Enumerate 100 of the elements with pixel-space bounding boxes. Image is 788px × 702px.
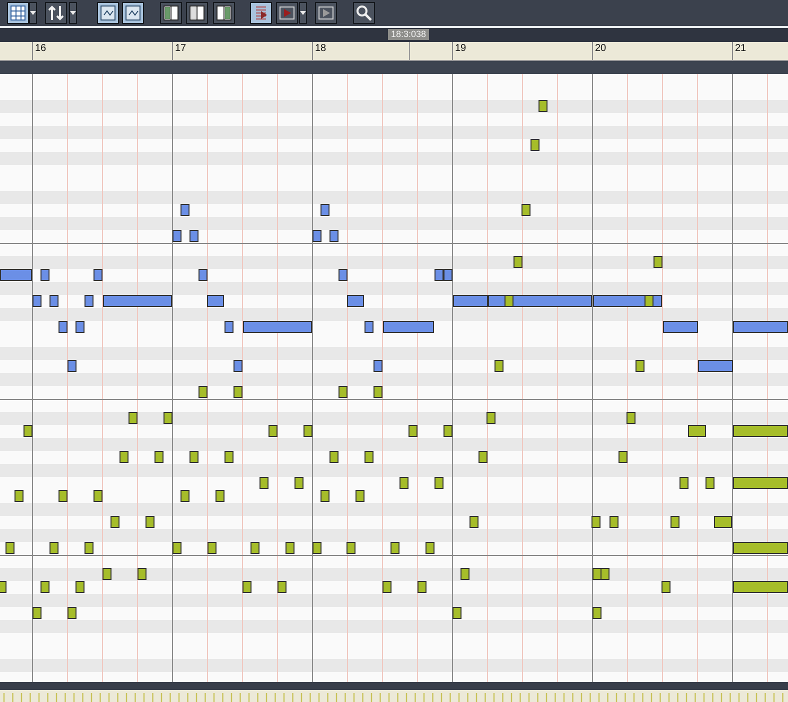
note[interactable] [714, 516, 732, 528]
note[interactable] [338, 386, 348, 398]
note[interactable] [138, 568, 146, 580]
note[interactable] [58, 490, 68, 502]
note[interactable] [102, 568, 112, 580]
note[interactable] [733, 477, 788, 489]
note[interactable] [0, 581, 6, 593]
note[interactable] [733, 425, 788, 437]
note[interactable] [154, 451, 164, 463]
scroll-bar[interactable] [0, 682, 788, 690]
note[interactable] [224, 321, 234, 333]
note[interactable] [514, 256, 522, 268]
note[interactable] [592, 568, 602, 580]
note[interactable] [286, 542, 294, 554]
toolbar-button[interactable] [353, 2, 375, 24]
note[interactable] [644, 295, 654, 307]
note[interactable] [0, 269, 32, 281]
note[interactable] [618, 451, 628, 463]
timeline-ruler[interactable]: 16 17 18 19 20 21 [0, 42, 788, 61]
note[interactable] [68, 360, 76, 372]
note[interactable] [208, 542, 216, 554]
note[interactable] [234, 386, 242, 398]
note[interactable] [260, 477, 268, 489]
note[interactable] [94, 269, 102, 281]
note[interactable] [626, 412, 636, 424]
note[interactable] [312, 542, 322, 554]
note[interactable] [426, 542, 434, 554]
note[interactable] [522, 204, 530, 216]
note[interactable] [146, 516, 154, 528]
note[interactable] [670, 516, 680, 528]
note[interactable] [610, 516, 618, 528]
note[interactable] [32, 295, 42, 307]
note[interactable] [374, 386, 382, 398]
note[interactable] [242, 581, 252, 593]
note[interactable] [364, 321, 374, 333]
note[interactable] [680, 477, 688, 489]
note[interactable] [103, 295, 172, 307]
note[interactable] [733, 581, 788, 593]
toolbar-button[interactable] [45, 2, 67, 24]
note[interactable] [418, 581, 426, 593]
note[interactable] [120, 451, 128, 463]
note[interactable] [470, 516, 478, 528]
note[interactable] [40, 269, 50, 281]
note[interactable] [698, 360, 733, 372]
note[interactable] [40, 581, 50, 593]
note[interactable] [504, 295, 514, 307]
note[interactable] [663, 321, 698, 333]
note[interactable] [234, 360, 242, 372]
note[interactable] [58, 321, 68, 333]
toolbar-button[interactable] [315, 2, 337, 24]
note[interactable] [68, 607, 76, 619]
note[interactable] [382, 581, 392, 593]
note[interactable] [164, 412, 172, 424]
note[interactable] [346, 542, 356, 554]
note[interactable] [243, 321, 312, 333]
toolbar-button[interactable] [7, 2, 29, 24]
note[interactable] [294, 477, 304, 489]
note[interactable] [14, 490, 24, 502]
note[interactable] [706, 477, 714, 489]
note[interactable] [453, 295, 488, 307]
toolbar-button[interactable] [213, 2, 235, 24]
note[interactable] [32, 607, 42, 619]
note[interactable] [50, 542, 58, 554]
note[interactable] [733, 321, 788, 333]
note[interactable] [50, 295, 58, 307]
note[interactable] [364, 451, 374, 463]
note[interactable] [390, 542, 400, 554]
note[interactable] [190, 451, 198, 463]
note[interactable] [320, 204, 330, 216]
note[interactable] [400, 477, 408, 489]
note[interactable] [278, 581, 286, 593]
note[interactable] [460, 568, 470, 580]
note[interactable] [110, 516, 120, 528]
note[interactable] [374, 360, 382, 372]
note[interactable] [538, 100, 548, 112]
note[interactable] [190, 230, 198, 242]
note[interactable] [76, 581, 84, 593]
note[interactable] [250, 542, 260, 554]
note[interactable] [6, 542, 14, 554]
note[interactable] [434, 269, 444, 281]
note[interactable] [356, 490, 364, 502]
note[interactable] [312, 230, 322, 242]
note[interactable] [654, 256, 662, 268]
note[interactable] [304, 425, 312, 437]
note[interactable] [434, 477, 444, 489]
note[interactable] [224, 451, 234, 463]
note[interactable] [383, 321, 434, 333]
note[interactable] [24, 425, 32, 437]
toolbar-button[interactable] [276, 2, 298, 24]
note[interactable] [600, 568, 610, 580]
piano-roll-grid[interactable] [0, 74, 788, 682]
note[interactable] [180, 204, 190, 216]
note[interactable] [172, 542, 182, 554]
note[interactable] [128, 412, 138, 424]
note[interactable] [94, 490, 102, 502]
note[interactable] [636, 360, 644, 372]
note[interactable] [452, 607, 462, 619]
note[interactable] [478, 451, 488, 463]
note[interactable] [338, 269, 348, 281]
toolbar-button[interactable] [186, 2, 208, 24]
